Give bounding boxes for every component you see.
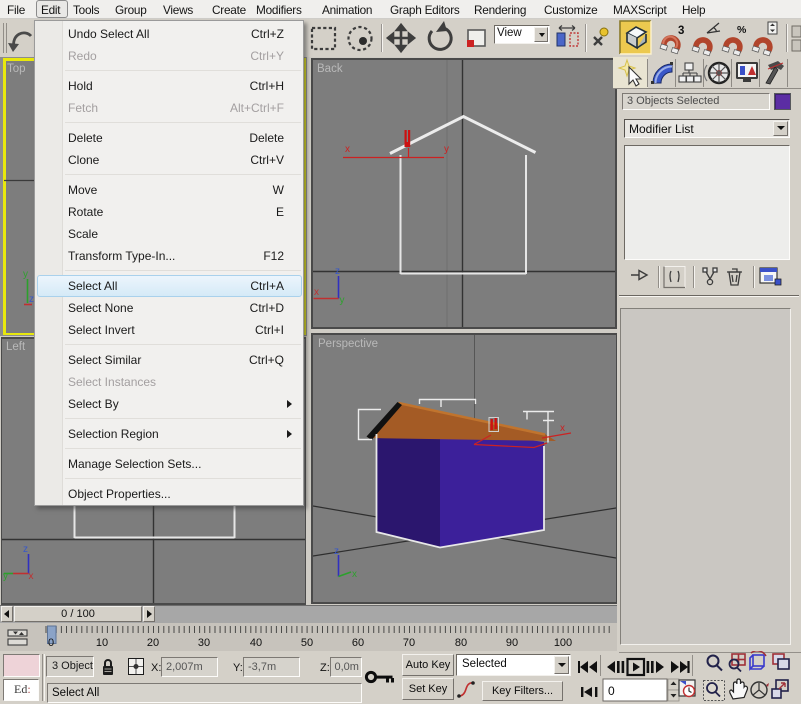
svg-text:%: % [737, 24, 747, 36]
svg-text:10: 10 [96, 637, 108, 649]
svg-text:z: z [23, 544, 28, 555]
svg-text:x: x [352, 569, 357, 580]
svg-text:40: 40 [250, 637, 262, 649]
svg-text:20: 20 [147, 637, 159, 649]
svg-text:50: 50 [301, 637, 313, 649]
svg-text:80: 80 [455, 637, 467, 649]
svg-text:y: y [444, 144, 449, 155]
svg-text:3: 3 [678, 25, 684, 37]
svg-text:90: 90 [506, 637, 518, 649]
svg-text:x: x [345, 144, 350, 155]
svg-text:y: y [3, 571, 8, 582]
svg-text:y: y [340, 295, 345, 306]
svg-text:y: y [23, 269, 28, 280]
svg-text:x: x [560, 423, 565, 434]
svg-text:0: 0 [608, 684, 615, 698]
svg-text:0: 0 [48, 637, 54, 649]
svg-text:60: 60 [352, 637, 364, 649]
svg-text:70: 70 [403, 637, 415, 649]
svg-text:x: x [314, 287, 319, 298]
svg-text:100: 100 [554, 637, 572, 649]
svg-text:30: 30 [198, 637, 210, 649]
svg-text:x: x [29, 571, 34, 582]
svg-text:z: z [335, 266, 340, 277]
